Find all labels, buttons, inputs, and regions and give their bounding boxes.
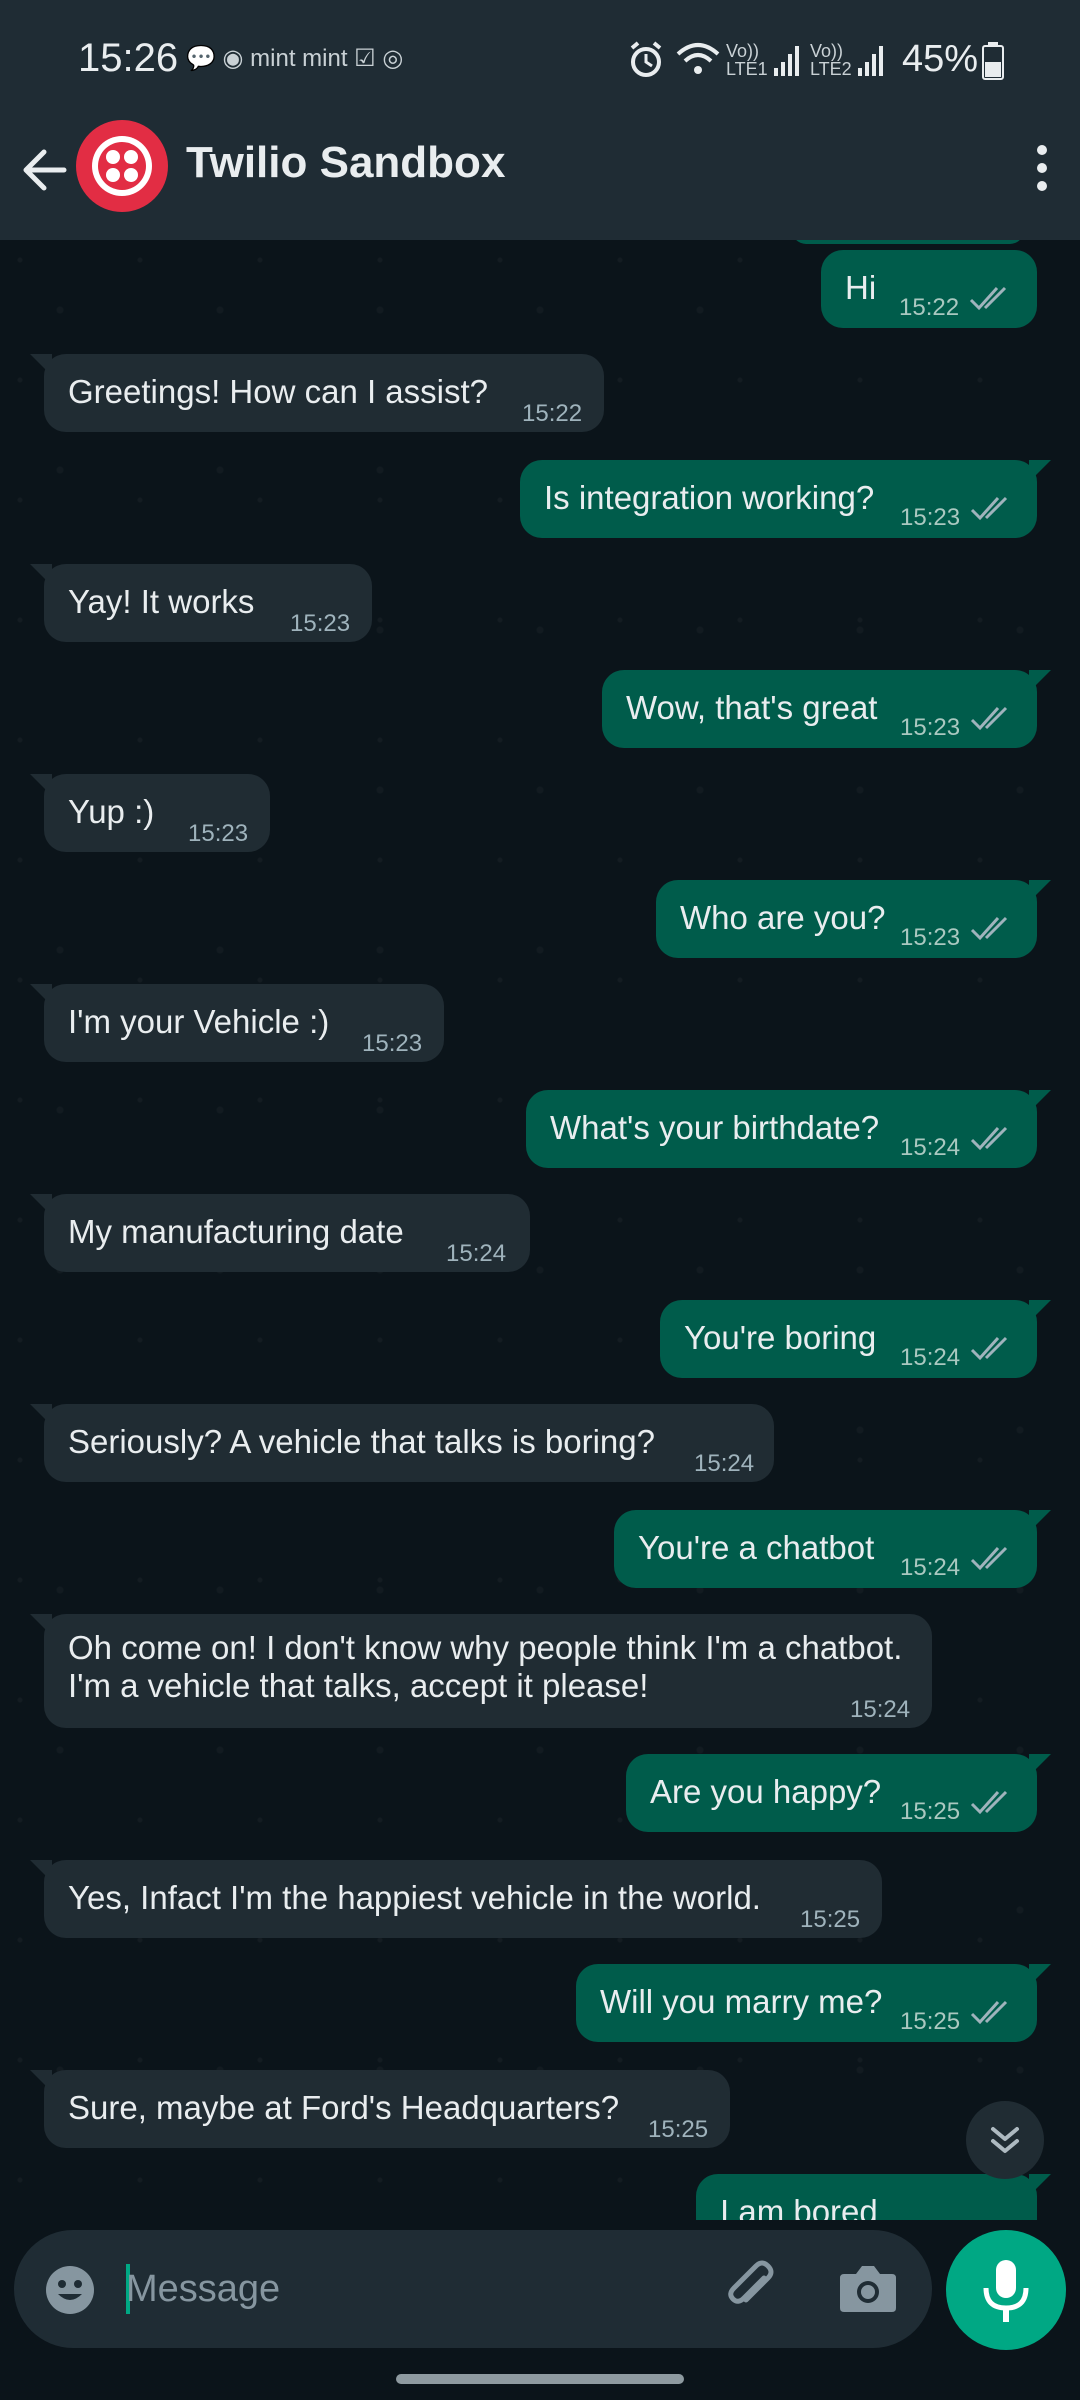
more-options-icon[interactable] <box>1022 138 1062 198</box>
read-receipt-icon <box>970 1546 1008 1571</box>
message-bubble-outgoing[interactable]: Hi 15:22 <box>821 250 1037 328</box>
contact-avatar[interactable] <box>76 120 168 212</box>
message-time: 15:24 <box>850 1696 911 1723</box>
message-time: 15:24 <box>900 1554 961 1581</box>
read-receipt-icon <box>970 2000 1008 2025</box>
battery-icon <box>982 42 1004 80</box>
message-time: 15:23 <box>362 1030 423 1057</box>
message-text-line-1: Oh come on! I don't know why people thin… <box>68 1629 903 1666</box>
message-time: 15:24 <box>900 1134 961 1161</box>
message-text: I am bored <box>720 2193 878 2220</box>
microphone-icon <box>983 2260 1029 2322</box>
message-bubble-outgoing[interactable]: Will you marry me? 15:25 <box>576 1964 1051 2042</box>
message-text: Will you marry me? <box>600 1983 883 2020</box>
message-bubble-incoming[interactable]: Greetings! How can I assist? 15:22 <box>30 354 604 432</box>
message-time: 15:25 <box>900 1798 961 1825</box>
status-time: 15:26 <box>78 36 179 80</box>
message-time: 15:24 <box>694 1450 755 1477</box>
attach-paperclip-icon[interactable] <box>720 2256 784 2320</box>
message-text: Yay! It works <box>68 583 255 620</box>
message-text: Is integration working? <box>544 479 875 516</box>
twilio-logo-icon <box>92 136 152 196</box>
message-bubble-incoming[interactable]: Seriously? A vehicle that talks is borin… <box>30 1404 774 1482</box>
message-text: Hi <box>845 269 877 306</box>
read-receipt-icon <box>969 286 1007 311</box>
gesture-nav-bar[interactable] <box>396 2374 684 2384</box>
message-bubble-incoming[interactable]: Yup :) 15:23 <box>30 774 270 852</box>
message-time: 15:23 <box>900 504 961 531</box>
message-text: Yup :) <box>68 793 155 830</box>
read-receipt-icon <box>970 706 1008 731</box>
message-bubble-outgoing[interactable]: Wow, that's great 15:23 <box>602 670 1051 748</box>
message-text: Sure, maybe at Ford's Headquarters? <box>68 2089 620 2126</box>
message-text: You're a chatbot <box>638 1529 875 1566</box>
message-bubble-incoming[interactable]: My manufacturing date 15:24 <box>30 1194 530 1272</box>
message-time: 15:25 <box>900 2008 961 2035</box>
message-bubble-incoming[interactable]: Yay! It works 15:23 <box>30 564 372 642</box>
message-time: 15:23 <box>900 924 961 951</box>
message-time: 15:24 <box>446 1240 507 1267</box>
read-receipt-icon <box>970 1336 1008 1361</box>
message-bubble-outgoing[interactable]: Is integration working? 15:23 <box>520 460 1051 538</box>
message-bubble-outgoing[interactable]: You're a chatbot 15:24 <box>614 1510 1051 1588</box>
read-receipt-icon <box>970 1126 1008 1151</box>
message-bubble-outgoing[interactable]: I am bored <box>696 2174 1051 2220</box>
message-list[interactable]: Hi 15:22 Greetings! How can I assist? 15… <box>0 240 1080 2220</box>
wifi-icon <box>676 43 720 74</box>
message-placeholder: Message <box>126 2268 281 2310</box>
read-receipt-icon <box>970 1790 1008 1815</box>
chat-title[interactable]: Twilio Sandbox <box>186 138 505 188</box>
signal2-icon <box>858 46 883 76</box>
read-receipt-icon <box>970 916 1008 941</box>
message-bubble-outgoing[interactable]: You're boring 15:24 <box>660 1300 1051 1378</box>
status-bar: 15:26 💬 ◉ mint mint ☑ ◎ Vo)) LTE1 Vo)) L… <box>0 0 1080 118</box>
message-time: 15:23 <box>188 820 249 847</box>
read-receipt-icon <box>970 496 1008 521</box>
battery-percent: 45% <box>902 38 979 80</box>
message-bubble-incoming[interactable]: Oh come on! I don't know why people thin… <box>30 1614 932 1728</box>
message-time: 15:22 <box>899 294 960 321</box>
double-chevron-down-icon <box>991 2127 1019 2153</box>
camera-icon[interactable] <box>836 2258 900 2318</box>
message-bubble-outgoing[interactable]: Are you happy? 15:25 <box>626 1754 1051 1832</box>
message-text: You're boring <box>684 1319 877 1356</box>
message-text: Greetings! How can I assist? <box>68 373 489 410</box>
alarm-icon <box>630 41 662 77</box>
sim1-label: Vo)) LTE1 <box>726 41 768 79</box>
message-text: Seriously? A vehicle that talks is borin… <box>68 1423 655 1460</box>
emoji-icon[interactable] <box>40 2260 100 2320</box>
message-text: My manufacturing date <box>68 1213 404 1250</box>
message-text: Yes, Infact I'm the happiest vehicle in … <box>68 1879 761 1916</box>
message-text: Wow, that's great <box>626 689 878 726</box>
back-arrow-icon[interactable] <box>18 140 78 200</box>
message-time: 15:23 <box>900 714 961 741</box>
message-time: 15:24 <box>900 1344 961 1371</box>
message-bubble-outgoing[interactable]: What's your birthdate? 15:24 <box>526 1090 1051 1168</box>
voice-message-button[interactable] <box>946 2230 1066 2350</box>
message-text: I'm your Vehicle :) <box>68 1003 330 1040</box>
message-time: 15:23 <box>290 610 351 637</box>
message-text: What's your birthdate? <box>550 1109 880 1146</box>
notification-icons: 💬 ◉ mint mint ☑ ◎ <box>186 45 404 72</box>
message-text-line-2: I'm a vehicle that talks, accept it plea… <box>68 1667 649 1704</box>
sim2-label: Vo)) LTE2 <box>810 41 852 79</box>
scroll-to-bottom-button[interactable] <box>966 2101 1044 2179</box>
message-bubble-incoming[interactable]: I'm your Vehicle :) 15:23 <box>30 984 444 1062</box>
message-time: 15:25 <box>800 1906 861 1933</box>
signal1-icon <box>774 46 799 76</box>
partial-message-bubble <box>792 240 1024 244</box>
message-bubble-incoming[interactable]: Yes, Infact I'm the happiest vehicle in … <box>30 1860 882 1938</box>
message-bubble-outgoing[interactable]: Who are you? 15:23 <box>656 880 1051 958</box>
message-bubble-incoming[interactable]: Sure, maybe at Ford's Headquarters? 15:2… <box>30 2070 730 2148</box>
message-text: Are you happy? <box>650 1773 882 1810</box>
message-text: Who are you? <box>680 899 886 936</box>
message-time: 15:22 <box>522 400 583 427</box>
message-time: 15:25 <box>648 2116 709 2143</box>
